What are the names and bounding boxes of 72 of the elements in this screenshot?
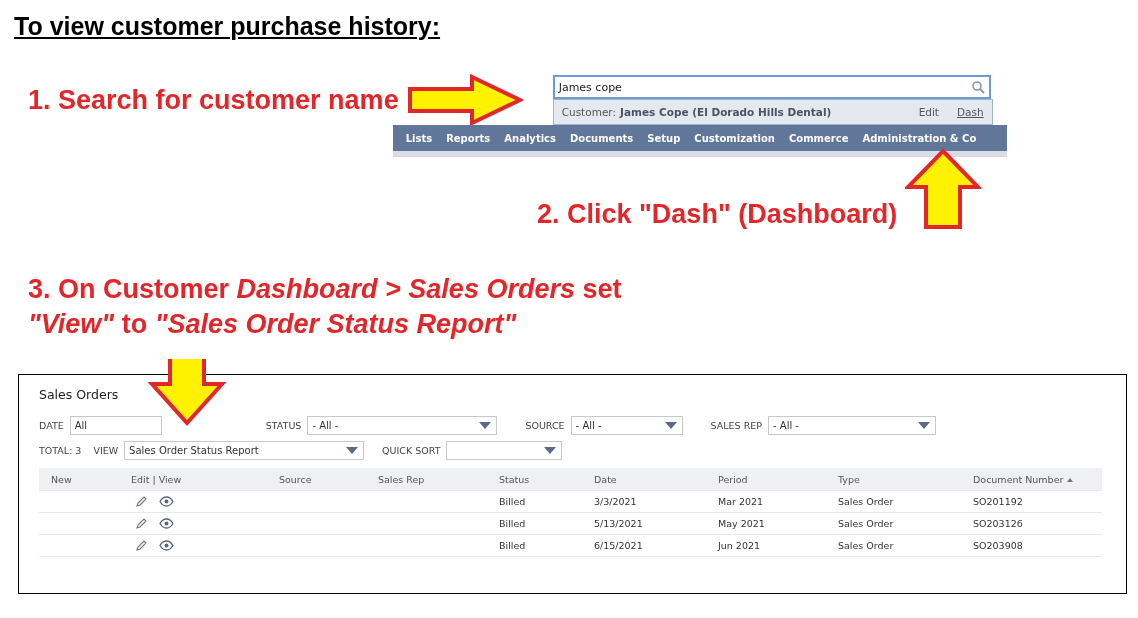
column-header[interactable]: New xyxy=(39,473,119,485)
table-cell-text: Billed xyxy=(498,540,527,551)
dropdown-caret-icon xyxy=(346,447,359,454)
arrow-icon xyxy=(905,148,982,230)
column-header[interactable]: Period xyxy=(706,473,826,485)
dropdown-caret-icon xyxy=(544,447,557,454)
step-instruction: "View" to "Sales Order Status Report" xyxy=(28,309,518,340)
nav-menu-item[interactable]: Analytics xyxy=(497,132,563,144)
filter-label: SALES REP xyxy=(710,420,762,431)
table-cell-text: SO203126 xyxy=(972,518,1024,529)
search-icon xyxy=(971,80,985,94)
table-cell-text: Billed xyxy=(498,518,527,529)
nav-menu-item[interactable]: Setup xyxy=(640,132,688,144)
nav-menu-item[interactable]: Documents xyxy=(562,132,641,144)
panel-title: Sales Orders xyxy=(39,387,120,402)
filter-label: SOURCE xyxy=(525,420,565,431)
table-cell-text: Sales Order xyxy=(837,540,895,551)
table-cell-text: Mar 2021 xyxy=(717,496,765,507)
column-header[interactable]: Sales Rep xyxy=(366,473,487,485)
eye-icon[interactable] xyxy=(159,540,174,551)
table-cell-text: Sales Order xyxy=(837,496,895,507)
table-cell-text: Sales Order xyxy=(837,518,895,529)
suggestion-label: Customer: xyxy=(561,106,616,118)
column-header[interactable]: Status xyxy=(487,473,582,485)
column-header[interactable]: Source xyxy=(267,473,366,485)
search-field[interactable]: James cope xyxy=(552,75,991,99)
suggestion-link[interactable]: Dash xyxy=(957,106,984,118)
nav-menu-item[interactable]: Customization xyxy=(687,132,782,144)
pencil-icon[interactable] xyxy=(135,539,147,552)
table-cell-text: Billed xyxy=(498,496,527,507)
column-header[interactable]: Edit | View xyxy=(119,473,267,485)
filter-label: STATUS xyxy=(265,420,302,431)
nav-menu-item[interactable]: Administration & Co xyxy=(855,132,984,144)
arrow-icon xyxy=(147,359,227,427)
table-cell-text: Jun 2021 xyxy=(716,540,762,551)
search-suggestion[interactable]: Customer: James Cope (El Dorado Hills Dental) Edit Dash xyxy=(552,99,993,125)
filter-dropdown[interactable]: - All - xyxy=(768,416,936,435)
pencil-icon[interactable] xyxy=(135,517,147,530)
dropdown-caret-icon xyxy=(664,422,677,429)
dropdown-caret-icon xyxy=(918,422,930,429)
table-cell-text: SO201192 xyxy=(972,496,1024,507)
filter-label: QUICK SORT xyxy=(382,445,441,456)
pencil-icon[interactable] xyxy=(135,495,147,508)
view-dropdown[interactable]: Sales Order Status Report xyxy=(124,441,365,460)
filter-dropdown[interactable]: - All - xyxy=(307,416,498,435)
total-count: TOTAL: 3 xyxy=(39,445,82,456)
table-cell-text: SO203908 xyxy=(972,540,1024,551)
sort-icon xyxy=(1066,476,1075,483)
step-instruction: 3. On Customer Dashboard > Sales Orders set xyxy=(28,274,623,305)
customer-name: James Cope (El Dorado Hills Dental) xyxy=(620,106,832,118)
suggestion-link[interactable]: Edit xyxy=(918,106,939,118)
page-heading: To view customer purchase history: xyxy=(14,12,441,41)
filter-label: VIEW xyxy=(93,445,119,456)
table-cell-text: 3/3/2021 xyxy=(593,496,638,507)
table-cell-text: May 2021 xyxy=(717,518,766,529)
column-header[interactable]: Document Number xyxy=(961,473,1103,485)
filter-field[interactable]: All xyxy=(69,416,162,435)
eye-icon[interactable] xyxy=(159,496,174,507)
eye-icon[interactable] xyxy=(159,518,174,529)
nav-menu-item[interactable]: Commerce xyxy=(782,132,856,144)
nav-menu-item[interactable]: Lists xyxy=(398,132,440,144)
filter-label: DATE xyxy=(39,420,64,431)
dropdown-caret-icon xyxy=(479,422,492,429)
step-instruction: 1. Search for customer name xyxy=(28,84,399,116)
column-header[interactable]: Type xyxy=(826,473,961,485)
arrow-icon xyxy=(406,74,523,126)
step-instruction: 2. Click "Dash" (Dashboard) xyxy=(537,199,898,230)
table-cell-text: 5/13/2021 xyxy=(593,518,644,529)
nav-menu-item[interactable]: Reports xyxy=(439,132,498,144)
filter-dropdown[interactable]: - All - xyxy=(570,416,683,435)
column-header[interactable]: Date xyxy=(582,473,706,485)
table-cell-text: 6/15/2021 xyxy=(593,540,644,551)
